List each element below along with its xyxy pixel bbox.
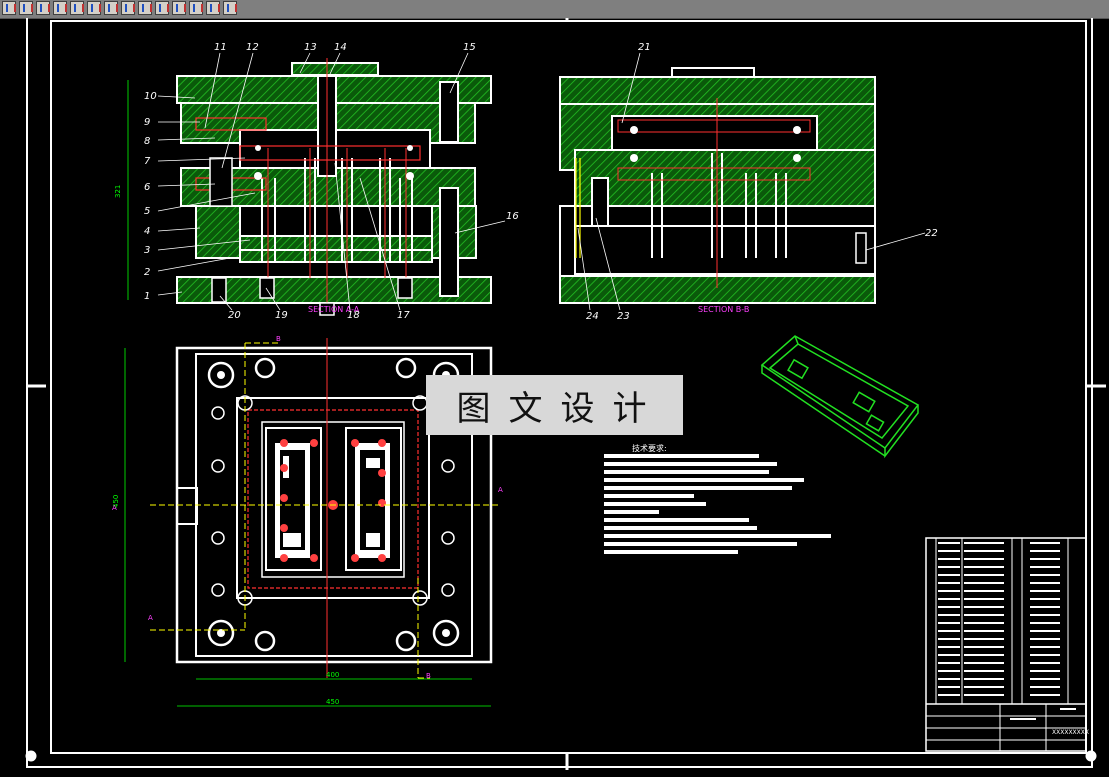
- circle-tool-icon[interactable]: [36, 1, 50, 15]
- svg-text:9: 9: [144, 117, 150, 128]
- svg-text:11: 11: [214, 42, 227, 53]
- rectangle-tool-icon: [74, 4, 84, 12]
- isometric-part-view[interactable]: [760, 335, 920, 459]
- section-aa-view[interactable]: SECTION A-A: [176, 58, 492, 316]
- text-tool-icon: [193, 4, 203, 12]
- drawing-canvas[interactable]: SECTION A-A 1 2 3 4 5 6 7 8 9 10 11 12 1…: [0, 16, 1109, 773]
- svg-text:21: 21: [638, 42, 651, 53]
- block-tool-icon[interactable]: [223, 1, 237, 15]
- svg-text:B: B: [426, 672, 431, 680]
- drawing-number: XXXXXXXXX: [1052, 729, 1089, 736]
- move-tool-icon: [125, 4, 135, 12]
- line-tool-icon[interactable]: [2, 1, 16, 15]
- dimension-tool-icon: [108, 4, 118, 12]
- svg-text:15: 15: [463, 42, 476, 53]
- svg-text:22: 22: [925, 228, 938, 239]
- rectangle-tool-icon[interactable]: [70, 1, 84, 15]
- svg-text:24: 24: [586, 311, 599, 322]
- svg-text:4: 4: [144, 226, 150, 237]
- section-bb-view[interactable]: SECTION B-B: [559, 67, 876, 314]
- polyline-tool-icon[interactable]: [19, 1, 33, 15]
- svg-text:14: 14: [334, 42, 347, 53]
- svg-text:321: 321: [114, 185, 122, 198]
- dimension-tool-icon[interactable]: [104, 1, 118, 15]
- circle-tool-icon: [40, 4, 50, 12]
- hatch-tool-icon: [91, 4, 101, 12]
- svg-text:3: 3: [144, 245, 150, 256]
- move-tool-icon[interactable]: [121, 1, 135, 15]
- svg-text:12: 12: [246, 42, 259, 53]
- svg-text:1: 1: [144, 291, 150, 302]
- svg-text:17: 17: [397, 310, 410, 321]
- section-bb-label: SECTION B-B: [698, 305, 749, 314]
- text-tool-icon[interactable]: [189, 1, 203, 15]
- svg-text:7: 7: [144, 156, 151, 167]
- pan-tool-icon: [142, 4, 152, 12]
- svg-text:18: 18: [347, 310, 360, 321]
- svg-text:A: A: [498, 486, 503, 494]
- zoom-tool-icon[interactable]: [155, 1, 169, 15]
- arc-tool-icon: [57, 4, 67, 12]
- line-tool-icon: [6, 4, 16, 12]
- properties-tool-icon[interactable]: [206, 1, 220, 15]
- layer-tool-icon[interactable]: [172, 1, 186, 15]
- arc-tool-icon[interactable]: [53, 1, 67, 15]
- svg-text:10: 10: [144, 91, 157, 102]
- zoom-tool-icon: [159, 4, 169, 12]
- svg-text:A: A: [112, 504, 117, 512]
- parts-list-table[interactable]: [925, 537, 1087, 752]
- parts-list-rows: [938, 542, 1076, 720]
- svg-text:400: 400: [326, 671, 339, 679]
- svg-text:2: 2: [144, 267, 150, 278]
- svg-text:B: B: [276, 335, 281, 343]
- svg-text:技术要求:: 技术要求:: [632, 443, 667, 453]
- svg-text:8: 8: [144, 136, 150, 147]
- svg-text:23: 23: [617, 311, 630, 322]
- pan-tool-icon[interactable]: [138, 1, 152, 15]
- svg-text:20: 20: [228, 310, 241, 321]
- technical-requirements: 技术要求:: [604, 443, 831, 554]
- properties-tool-icon: [210, 4, 220, 12]
- svg-text:16: 16: [506, 211, 519, 222]
- layer-tool-icon: [176, 4, 186, 12]
- svg-text:5: 5: [144, 206, 150, 217]
- svg-text:A: A: [148, 614, 153, 622]
- hatch-tool-icon[interactable]: [87, 1, 101, 15]
- svg-text:19: 19: [275, 310, 288, 321]
- svg-text:6: 6: [144, 182, 150, 193]
- watermark-stamp: 图文设计: [426, 375, 683, 435]
- block-tool-icon: [227, 4, 237, 12]
- svg-text:13: 13: [304, 42, 317, 53]
- cad-toolbar: [0, 0, 1109, 19]
- polyline-tool-icon: [23, 4, 33, 12]
- svg-text:450: 450: [326, 698, 339, 706]
